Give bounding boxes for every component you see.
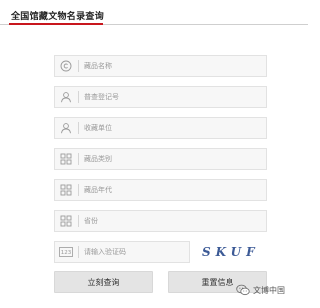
collecting-institution-field[interactable]: 收藏单位 (54, 117, 267, 139)
copyright-circle-icon (57, 56, 75, 76)
field-divider (78, 215, 79, 227)
registration-number-field[interactable]: 普查登记号 (54, 86, 267, 108)
collection-era-placeholder: 藏品年代 (84, 186, 112, 194)
collection-name-placeholder: 藏品名称 (84, 62, 112, 70)
page-title: 全国馆藏文物名录查询 (11, 12, 105, 22)
captcha-123-icon: 123 (57, 242, 75, 262)
captcha-placeholder: 请输入验证码 (84, 248, 126, 256)
grid-icon (57, 149, 75, 169)
province-field[interactable]: 省份 (54, 210, 267, 232)
watermark: 文博中国 (236, 284, 285, 296)
field-divider (78, 246, 79, 258)
query-button[interactable]: 立刻查询 (54, 271, 153, 293)
header-accent-bar (9, 23, 103, 25)
watermark-text: 文博中国 (253, 285, 285, 295)
collection-category-placeholder: 藏品类别 (84, 155, 112, 163)
captcha-input[interactable]: 123 请输入验证码 (54, 241, 190, 263)
collection-era-field[interactable]: 藏品年代 (54, 179, 267, 201)
grid-icon (57, 180, 75, 200)
field-divider (78, 60, 79, 72)
field-divider (78, 122, 79, 134)
registration-number-placeholder: 普查登记号 (84, 93, 119, 101)
grid-icon (57, 211, 75, 231)
field-divider (78, 153, 79, 165)
province-placeholder: 省份 (84, 217, 98, 225)
captcha-image[interactable]: SKUF (202, 243, 268, 261)
person-icon (57, 87, 75, 107)
collection-name-field[interactable]: 藏品名称 (54, 55, 267, 77)
field-divider (78, 91, 79, 103)
captcha-icon-text: 123 (61, 250, 72, 256)
person-icon (57, 118, 75, 138)
collecting-institution-placeholder: 收藏单位 (84, 124, 112, 132)
collection-category-field[interactable]: 藏品类别 (54, 148, 267, 170)
field-divider (78, 184, 79, 196)
wechat-icon (236, 284, 250, 296)
